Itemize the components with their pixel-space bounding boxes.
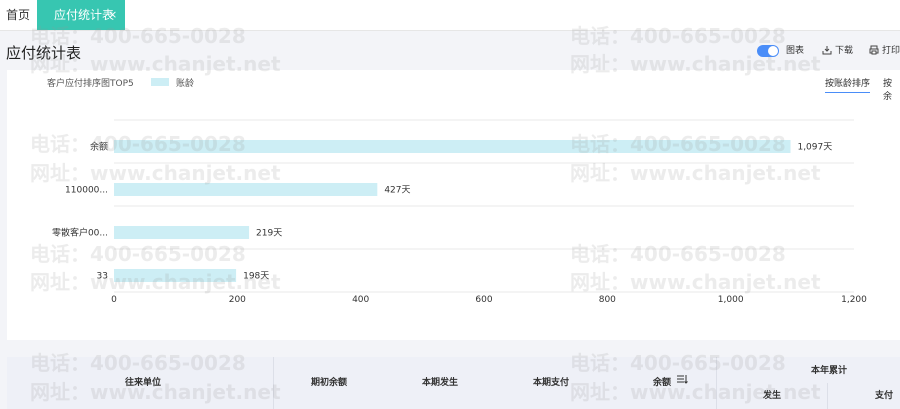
close-icon[interactable]: × bbox=[108, 0, 117, 30]
data-label: 198天 bbox=[243, 272, 269, 282]
x-tick-label: 0 bbox=[111, 295, 117, 305]
x-tick-label: 200 bbox=[229, 295, 246, 305]
bar-chart: 余额 1,097天 110000... 427天零散客户00... 219天 33 198天… bbox=[52, 119, 867, 305]
download-label: 下载 bbox=[835, 46, 854, 56]
col-header-ytd-occur[interactable]: 发生 bbox=[763, 388, 781, 401]
title-bar: 应付统计表 图表 下载 打印 bbox=[0, 31, 900, 69]
col-group-ytd: 本年累计 bbox=[811, 366, 848, 376]
print-button[interactable]: 打印 bbox=[869, 45, 900, 57]
chart-card: 客户应付排序图TOP5 账龄 按账龄排序 按余 余额 1,097天 110000..… bbox=[7, 70, 900, 340]
print-label: 打印 bbox=[882, 46, 900, 56]
tab-bar: 首页 应付统计表 × bbox=[0, 0, 900, 31]
chart-label: 图表 bbox=[786, 46, 805, 56]
data-label: 1,097天 bbox=[797, 143, 832, 153]
col-header-balance[interactable]: 余额 bbox=[653, 375, 671, 388]
x-tick-label: 600 bbox=[475, 295, 492, 305]
download-icon bbox=[822, 46, 832, 55]
bar bbox=[114, 140, 791, 153]
toggle-knob bbox=[768, 46, 778, 56]
col-header-current[interactable]: 本期发生 bbox=[422, 375, 458, 388]
x-tick-label: 1,000 bbox=[718, 295, 744, 305]
bar bbox=[114, 269, 237, 282]
data-label: 427天 bbox=[384, 186, 410, 196]
category-label: 110000... bbox=[65, 186, 108, 196]
download-button[interactable]: 下载 bbox=[822, 45, 853, 57]
bar bbox=[114, 183, 378, 196]
divider bbox=[716, 357, 717, 409]
tab-payables-report[interactable]: 应付统计表 × bbox=[37, 0, 125, 30]
category-label: 33 bbox=[97, 272, 108, 282]
page-title: 应付统计表 bbox=[6, 44, 82, 62]
data-label: 219天 bbox=[256, 229, 282, 239]
category-label: 零散客户00... bbox=[52, 227, 108, 239]
print-icon bbox=[869, 45, 879, 55]
tab-label: 应付统计表 bbox=[54, 8, 115, 22]
bar bbox=[114, 226, 250, 239]
col-header-ytd-paid[interactable]: 支付 bbox=[875, 388, 893, 401]
col-header-paid[interactable]: 本期支付 bbox=[533, 375, 569, 388]
x-tick-label: 800 bbox=[599, 295, 616, 305]
col-header-opening[interactable]: 期初余额 bbox=[311, 375, 347, 388]
tab-home[interactable]: 首页 bbox=[0, 0, 36, 30]
divider bbox=[273, 357, 274, 409]
chart-toggle[interactable] bbox=[757, 45, 779, 57]
x-tick-label: 400 bbox=[352, 295, 369, 305]
sort-icon[interactable] bbox=[676, 373, 688, 385]
divider bbox=[827, 383, 828, 409]
category-label: 余额 bbox=[90, 141, 108, 153]
col-header-partner[interactable]: 往来单位 bbox=[125, 375, 161, 388]
x-tick-label: 1,200 bbox=[841, 295, 867, 305]
table-header: 往来单位 期初余额 本期发生 本期支付 余额 本年累计 发生 支付 bbox=[7, 357, 900, 409]
